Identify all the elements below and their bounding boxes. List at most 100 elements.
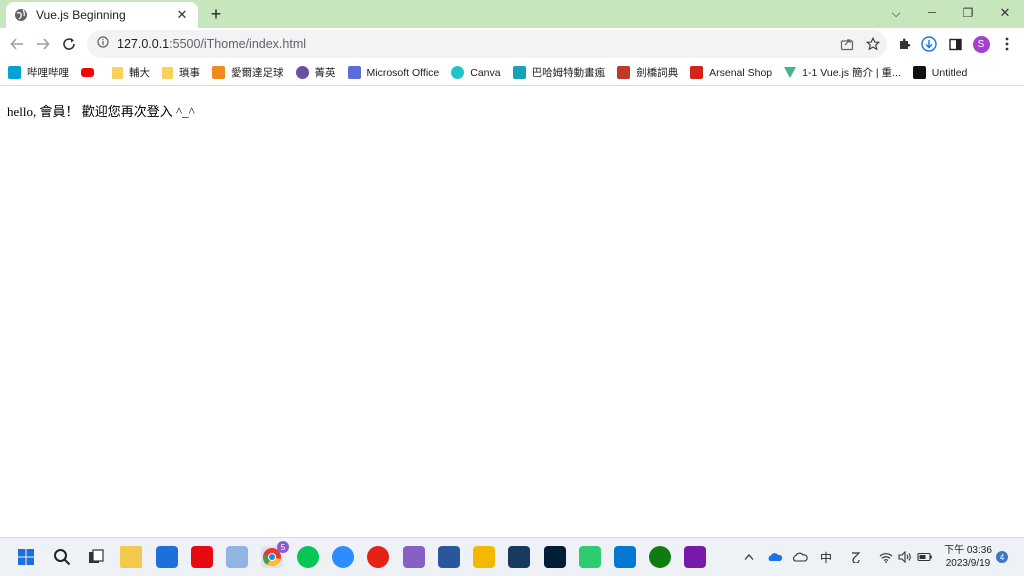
bookmark-star-icon[interactable] <box>863 35 883 53</box>
url-host: 127.0.0.1 <box>117 37 170 51</box>
cambridge-icon <box>617 66 631 79</box>
extensions-icon[interactable] <box>894 34 914 54</box>
tab-strip: Vue.js Beginning ✕ + ⌵ ─ ❐ ✕ <box>0 0 1024 28</box>
bookmark-item[interactable]: 輔大 <box>112 65 150 80</box>
mail-icon[interactable] <box>156 546 178 568</box>
clock-date: 2023/9/19 <box>945 558 991 569</box>
close-window-button[interactable]: ✕ <box>987 2 1023 24</box>
vscode-icon[interactable] <box>614 546 636 568</box>
line-icon[interactable] <box>297 546 319 568</box>
bookmark-label: 瑣事 <box>179 67 200 79</box>
onedrive-personal-icon[interactable] <box>791 548 809 566</box>
minimize-button[interactable]: ─ <box>914 2 950 24</box>
arrow-left-icon <box>10 38 23 50</box>
bookmark-item[interactable]: 愛爾達足球 <box>212 65 284 80</box>
restore-button[interactable]: ❐ <box>950 2 986 24</box>
bookmark-label: Microsoft Office <box>366 66 440 79</box>
bookmark-item[interactable]: 劍橋詞典 <box>617 65 678 80</box>
arsenal-icon <box>690 66 704 79</box>
globe-icon <box>14 8 28 22</box>
bookmark-item[interactable]: Untitled <box>912 66 968 79</box>
clock-time: 下午 03:36 <box>944 545 992 556</box>
url-path: :5500/iThome/index.html <box>169 37 307 51</box>
bookmark-item[interactable]: 1-1 Vue.js 簡介 | 重... <box>784 65 901 80</box>
bahamut-icon <box>512 66 526 79</box>
bookmarks-bar: 哔哩哔哩 輔大 瑣事 愛爾達足球 菁英 Microsoft Office Canva 巴哈姆特… <box>0 60 1024 86</box>
avatar: S <box>972 35 990 53</box>
zoom-icon[interactable] <box>332 546 354 568</box>
bookmark-label: 愛爾達足球 <box>231 67 284 79</box>
forward-button[interactable] <box>32 33 54 55</box>
address-bar[interactable]: 127.0.0.1:5500/iThome/index.html <box>87 30 887 58</box>
youtube-music-icon[interactable] <box>367 546 389 568</box>
menu-kebab-icon[interactable] <box>997 34 1017 54</box>
bilibili-icon <box>8 66 21 79</box>
notion-icon <box>912 66 926 79</box>
folder-icon <box>162 66 173 79</box>
file-explorer-icon[interactable] <box>120 546 142 568</box>
task-view-icon[interactable] <box>85 546 107 568</box>
snip-icon[interactable] <box>473 546 495 568</box>
netflix-icon[interactable] <box>191 546 213 568</box>
visual-studio-icon[interactable] <box>403 546 425 568</box>
volume-icon[interactable] <box>897 548 913 566</box>
bookmark-item[interactable]: 哔哩哔哩 <box>8 65 69 80</box>
welcome-message: hello, 會員！ 歡迎您再次登入 ^_^ <box>7 104 195 119</box>
system-clock[interactable]: 下午 03:36 2023/9/19 <box>940 544 996 570</box>
vue-icon <box>784 67 797 78</box>
virtualbox-icon[interactable] <box>508 546 530 568</box>
browser-toolbar: 127.0.0.1:5500/iThome/index.html S <box>0 28 1024 60</box>
bookmark-item[interactable]: Arsenal Shop <box>690 66 772 79</box>
tray-overflow-icon[interactable] <box>741 548 757 566</box>
profile-avatar[interactable]: S <box>971 34 991 54</box>
download-icon[interactable] <box>919 34 939 54</box>
back-button[interactable] <box>6 33 28 55</box>
tab-close-icon[interactable]: ✕ <box>174 7 190 23</box>
elite-icon <box>295 66 309 79</box>
word-app-icon[interactable] <box>438 546 460 568</box>
bookmark-label: Canva <box>470 66 501 79</box>
tab-search-button[interactable]: ⌵ <box>878 2 914 24</box>
folder-icon <box>112 66 123 79</box>
onenote-icon[interactable] <box>684 546 706 568</box>
bookmark-item[interactable]: 菁英 <box>295 65 336 80</box>
onedrive-icon[interactable] <box>766 548 784 566</box>
ime-indicator[interactable]: 中 <box>817 548 835 566</box>
photo-app-icon[interactable] <box>226 546 248 568</box>
chrome-badge: 5 <box>277 541 289 553</box>
side-panel-icon[interactable] <box>945 34 965 54</box>
active-tab[interactable]: Vue.js Beginning ✕ <box>6 2 198 28</box>
bookmark-item[interactable]: 巴哈姆特動畫瘋 <box>512 65 606 80</box>
tab-title: Vue.js Beginning <box>36 8 126 22</box>
share-icon[interactable] <box>837 35 857 53</box>
bookmark-item[interactable] <box>81 68 100 77</box>
bookmark-label: Arsenal Shop <box>709 66 773 79</box>
reload-button[interactable] <box>58 33 80 55</box>
arrow-right-icon <box>37 38 50 50</box>
game-app-icon[interactable] <box>579 546 601 568</box>
notification-badge[interactable]: 4 <box>996 551 1008 563</box>
chrome-icon[interactable]: 5 <box>261 541 289 568</box>
windows-taskbar: 中 下午 03:36 2023/9/19 4 5 <box>0 537 1024 576</box>
wifi-icon[interactable] <box>877 548 895 566</box>
xbox-icon[interactable] <box>649 546 671 568</box>
ime-mode-icon[interactable] <box>847 548 865 566</box>
battery-icon[interactable] <box>916 548 934 566</box>
canva-icon <box>451 66 465 79</box>
bookmark-label: 菁英 <box>314 67 336 79</box>
bookmark-label: 1-1 Vue.js 簡介 | 重... <box>802 67 901 79</box>
start-icon[interactable] <box>15 546 37 568</box>
reload-icon <box>63 38 75 50</box>
new-tab-button[interactable]: + <box>206 4 226 24</box>
elta-icon <box>212 66 225 79</box>
search-icon[interactable] <box>51 546 73 568</box>
youtube-icon <box>81 68 94 77</box>
bookmark-item[interactable]: Canva <box>451 66 501 79</box>
photoshop-icon[interactable] <box>544 546 566 568</box>
bookmark-label: Untitled <box>931 66 968 79</box>
bookmark-label: 巴哈姆特動畫瘋 <box>531 67 606 79</box>
info-icon[interactable] <box>97 35 109 53</box>
bookmark-item[interactable]: Microsoft Office <box>347 66 440 79</box>
office-icon <box>347 66 361 79</box>
bookmark-item[interactable]: 瑣事 <box>162 65 200 80</box>
